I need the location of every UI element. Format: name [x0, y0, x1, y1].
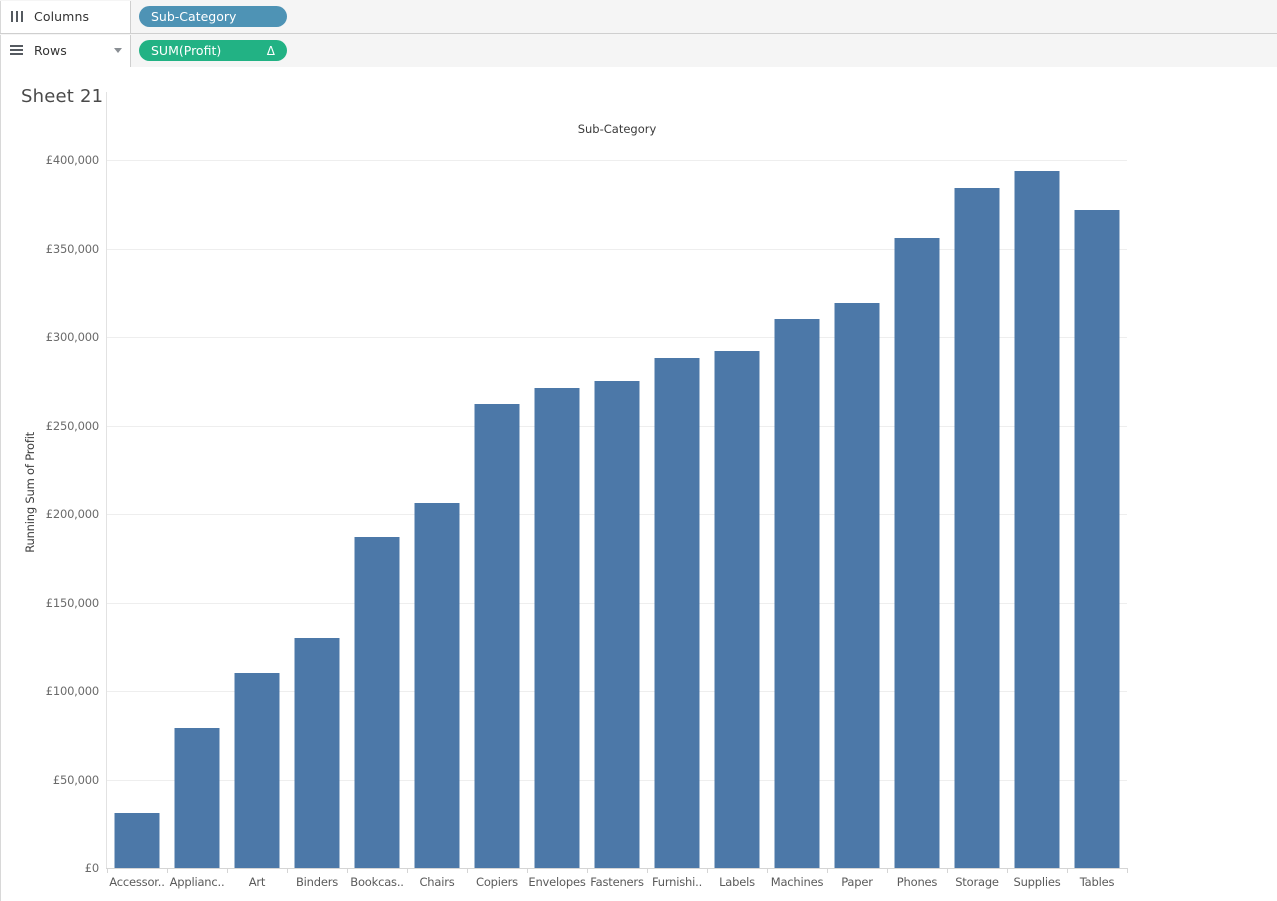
columns-pill-zone[interactable]: Sub-Category — [131, 1, 1277, 33]
pill-sum-profit-label: SUM(Profit) — [151, 43, 222, 58]
bar-slot — [227, 67, 287, 868]
x-axis-tick-mark — [287, 868, 288, 873]
x-axis-tick-mark — [407, 868, 408, 873]
bar-slot — [347, 67, 407, 868]
y-axis-tick-label: £150,000 — [45, 595, 99, 610]
bar[interactable] — [234, 673, 280, 868]
y-axis-tick-label: £400,000 — [45, 153, 99, 167]
x-axis-tick-mark — [107, 868, 108, 873]
x-axis-tick-label[interactable]: Copiers — [476, 875, 518, 889]
y-axis-tick-label: £0 — [84, 861, 99, 875]
bar-series — [107, 67, 1127, 901]
bar[interactable] — [414, 503, 460, 868]
x-axis-tick-label[interactable]: Labels — [719, 875, 755, 889]
bar-slot — [947, 67, 1007, 868]
bar-slot — [167, 67, 227, 868]
rows-shelf[interactable]: Rows SUM(Profit) Δ — [0, 34, 1277, 68]
x-axis-tick-label[interactable]: Bookcas.. — [350, 875, 404, 889]
x-axis-tick-mark — [167, 868, 168, 873]
x-axis-tick-label[interactable]: Envelopes — [528, 875, 585, 889]
x-axis-tick-mark — [527, 868, 528, 873]
y-axis-tick-label: £250,000 — [45, 418, 99, 433]
x-axis-tick-label[interactable]: Applianc.. — [170, 875, 225, 889]
bar[interactable] — [654, 358, 700, 868]
rows-icon — [10, 44, 25, 57]
x-axis-tick-label[interactable]: Machines — [771, 875, 824, 889]
bar-slot — [887, 67, 947, 868]
x-axis-tick-mark — [1127, 868, 1128, 873]
x-axis-tick-mark — [587, 868, 588, 873]
x-axis-tick-mark — [467, 868, 468, 873]
bar-slot — [707, 67, 767, 868]
bar[interactable] — [714, 351, 760, 868]
bar[interactable] — [954, 188, 1000, 868]
shelf-area: Columns Sub-Category Rows SUM(Profit) Δ — [0, 0, 1277, 68]
x-axis-tick-label[interactable]: Storage — [955, 875, 999, 889]
x-axis-tick-label[interactable]: Paper — [841, 875, 873, 889]
y-axis-ticks[interactable]: £0 £50,000 £100,000 £150,000 £200,000 £250,00… — [1, 67, 99, 901]
x-axis-tick-mark — [707, 868, 708, 873]
columns-icon — [10, 10, 25, 23]
bar[interactable] — [834, 303, 880, 868]
x-axis-tick-mark — [647, 868, 648, 873]
x-axis-tick-label[interactable]: Fasteners — [590, 875, 644, 889]
bar[interactable] — [1014, 170, 1060, 868]
x-axis-tick-label[interactable]: Accessor.. — [109, 875, 165, 889]
bar-slot — [1007, 67, 1067, 868]
bar-slot — [767, 67, 827, 868]
bar[interactable] — [594, 381, 640, 868]
columns-shelf[interactable]: Columns Sub-Category — [0, 0, 1277, 34]
rows-shelf-label: Rows — [34, 43, 67, 58]
bar[interactable] — [114, 813, 160, 868]
bar-slot — [287, 67, 347, 868]
x-axis-tick-mark — [1007, 868, 1008, 873]
bar[interactable] — [1074, 209, 1120, 868]
x-axis-tick-mark — [767, 868, 768, 873]
y-axis-tick-label: £100,000 — [45, 684, 99, 698]
rows-shelf-label-box: Rows — [0, 34, 131, 67]
bar[interactable] — [894, 237, 940, 868]
x-axis-tick-label[interactable]: Chairs — [419, 875, 454, 889]
bar[interactable] — [294, 637, 340, 868]
y-axis-tick-label: £350,000 — [45, 241, 99, 256]
rows-pill-zone[interactable]: SUM(Profit) Δ — [131, 35, 1277, 67]
table-calculation-delta-icon: Δ — [266, 43, 275, 58]
x-axis-tick-mark — [227, 868, 228, 873]
x-axis-tick-mark — [947, 868, 948, 873]
x-axis-tick-label[interactable]: Phones — [897, 875, 938, 889]
bar[interactable] — [774, 319, 820, 868]
bar[interactable] — [534, 388, 580, 868]
worksheet-view: Sheet 21 Sub-Category Running Sum of Pro… — [0, 67, 1277, 901]
bar-slot — [107, 67, 167, 868]
bar-slot — [467, 67, 527, 868]
bar[interactable] — [354, 537, 400, 868]
x-axis-tick-label[interactable]: Furnishi.. — [652, 875, 702, 889]
bar-slot — [587, 67, 647, 868]
pill-sub-category[interactable]: Sub-Category — [139, 6, 287, 27]
y-axis-tick-label: £200,000 — [45, 507, 99, 521]
chart-canvas: Running Sum of Profit £0 £50,000 £100,000 £… — [1, 67, 1277, 901]
x-axis-tick-mark — [827, 868, 828, 873]
pill-sum-profit[interactable]: SUM(Profit) Δ — [139, 40, 287, 61]
y-axis-tick-label: £50,000 — [52, 772, 99, 787]
y-axis-tick-label: £300,000 — [45, 330, 99, 344]
columns-shelf-label-box: Columns — [0, 0, 131, 33]
x-axis-tick-label[interactable]: Tables — [1080, 875, 1115, 889]
bar-slot — [1067, 67, 1127, 868]
x-axis-tick-label[interactable]: Binders — [296, 875, 338, 889]
x-axis-tick-mark — [347, 868, 348, 873]
bar-slot — [827, 67, 887, 868]
chevron-down-icon[interactable] — [114, 47, 122, 53]
bar[interactable] — [474, 404, 520, 868]
bar-slot — [407, 67, 467, 868]
bar-slot — [527, 67, 587, 868]
pill-sub-category-label: Sub-Category — [151, 9, 237, 24]
bar[interactable] — [174, 728, 220, 868]
x-axis-tick-mark — [887, 868, 888, 873]
columns-shelf-label: Columns — [34, 9, 90, 24]
x-axis-tick-label[interactable]: Supplies — [1013, 875, 1060, 889]
bar-slot — [647, 67, 707, 868]
x-axis-tick-mark — [1067, 868, 1068, 873]
x-axis-tick-label[interactable]: Art — [249, 875, 266, 889]
